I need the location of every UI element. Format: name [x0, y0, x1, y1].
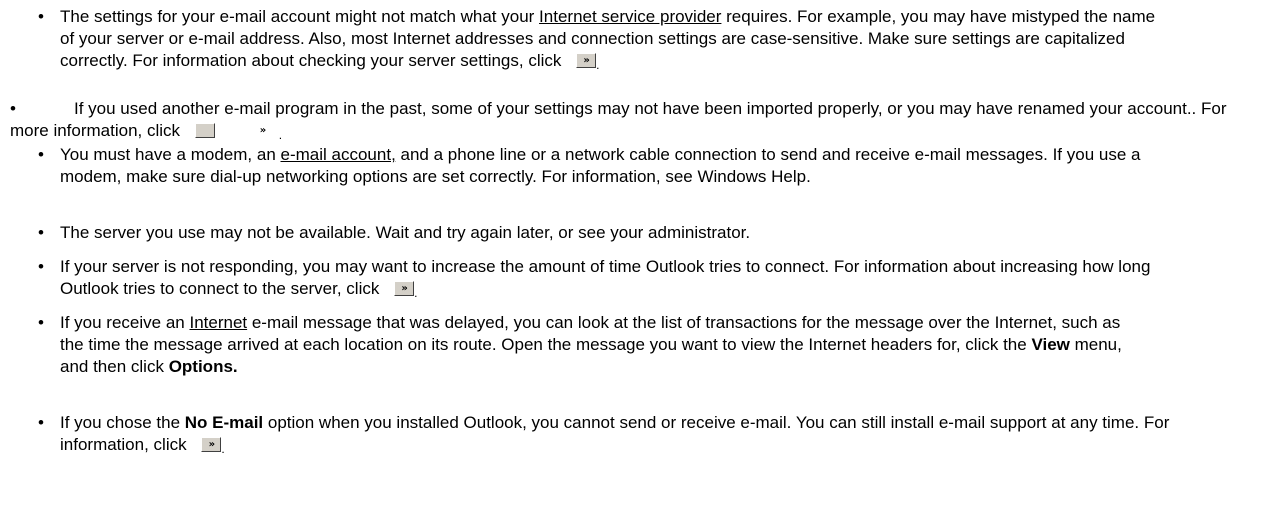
jump-arrow-icon: » — [194, 123, 266, 138]
jump-arrow-icon: » — [576, 53, 597, 68]
email-account-link[interactable]: e-mail account, — [281, 145, 396, 164]
list-item: • If your server is not responding, you … — [0, 256, 1240, 300]
list-item-text: The server you use may not be available.… — [60, 223, 751, 242]
bullet: • — [38, 257, 44, 276]
bullet: • — [38, 145, 44, 164]
bullet: • — [38, 7, 44, 26]
jump-button[interactable]: ». — [201, 437, 225, 455]
internet-link[interactable]: Internet — [189, 313, 247, 332]
list-item: • The settings for your e-mail account m… — [0, 6, 1240, 72]
jump-button[interactable]: ». — [194, 123, 282, 141]
list-item: • If you chose the No E-mail option when… — [0, 412, 1240, 456]
list-item: • The server you use may not be availabl… — [0, 222, 1240, 244]
bullet: • — [38, 413, 44, 432]
list-item-text: You must have a modem, an e-mail account… — [60, 145, 1141, 186]
list-item-text: If you chose the No E-mail option when y… — [60, 413, 1170, 456]
jump-button[interactable]: ». — [576, 53, 599, 71]
list-item-text: If you receive an Internet e-mail messag… — [60, 313, 1122, 376]
jump-arrow-icon: » — [394, 281, 415, 296]
jump-arrow-icon: » — [201, 437, 222, 452]
list-item: • You must have a modem, an e-mail accou… — [0, 144, 1240, 188]
bullet: • — [38, 313, 44, 332]
list-item-text: The settings for your e-mail account mig… — [60, 7, 1156, 72]
bullet: • — [10, 99, 16, 118]
list-item: • If you used another e-mail program in … — [0, 98, 1250, 142]
isp-link[interactable]: Internet service provider — [539, 7, 721, 26]
jump-button[interactable]: ». — [394, 281, 417, 299]
list-item: • If you receive an Internet e-mail mess… — [0, 312, 1240, 378]
list-item-text: If your server is not responding, you ma… — [60, 257, 1151, 300]
list-item-text: If you used another e-mail program in th… — [10, 99, 1227, 142]
bullet: • — [38, 223, 44, 242]
